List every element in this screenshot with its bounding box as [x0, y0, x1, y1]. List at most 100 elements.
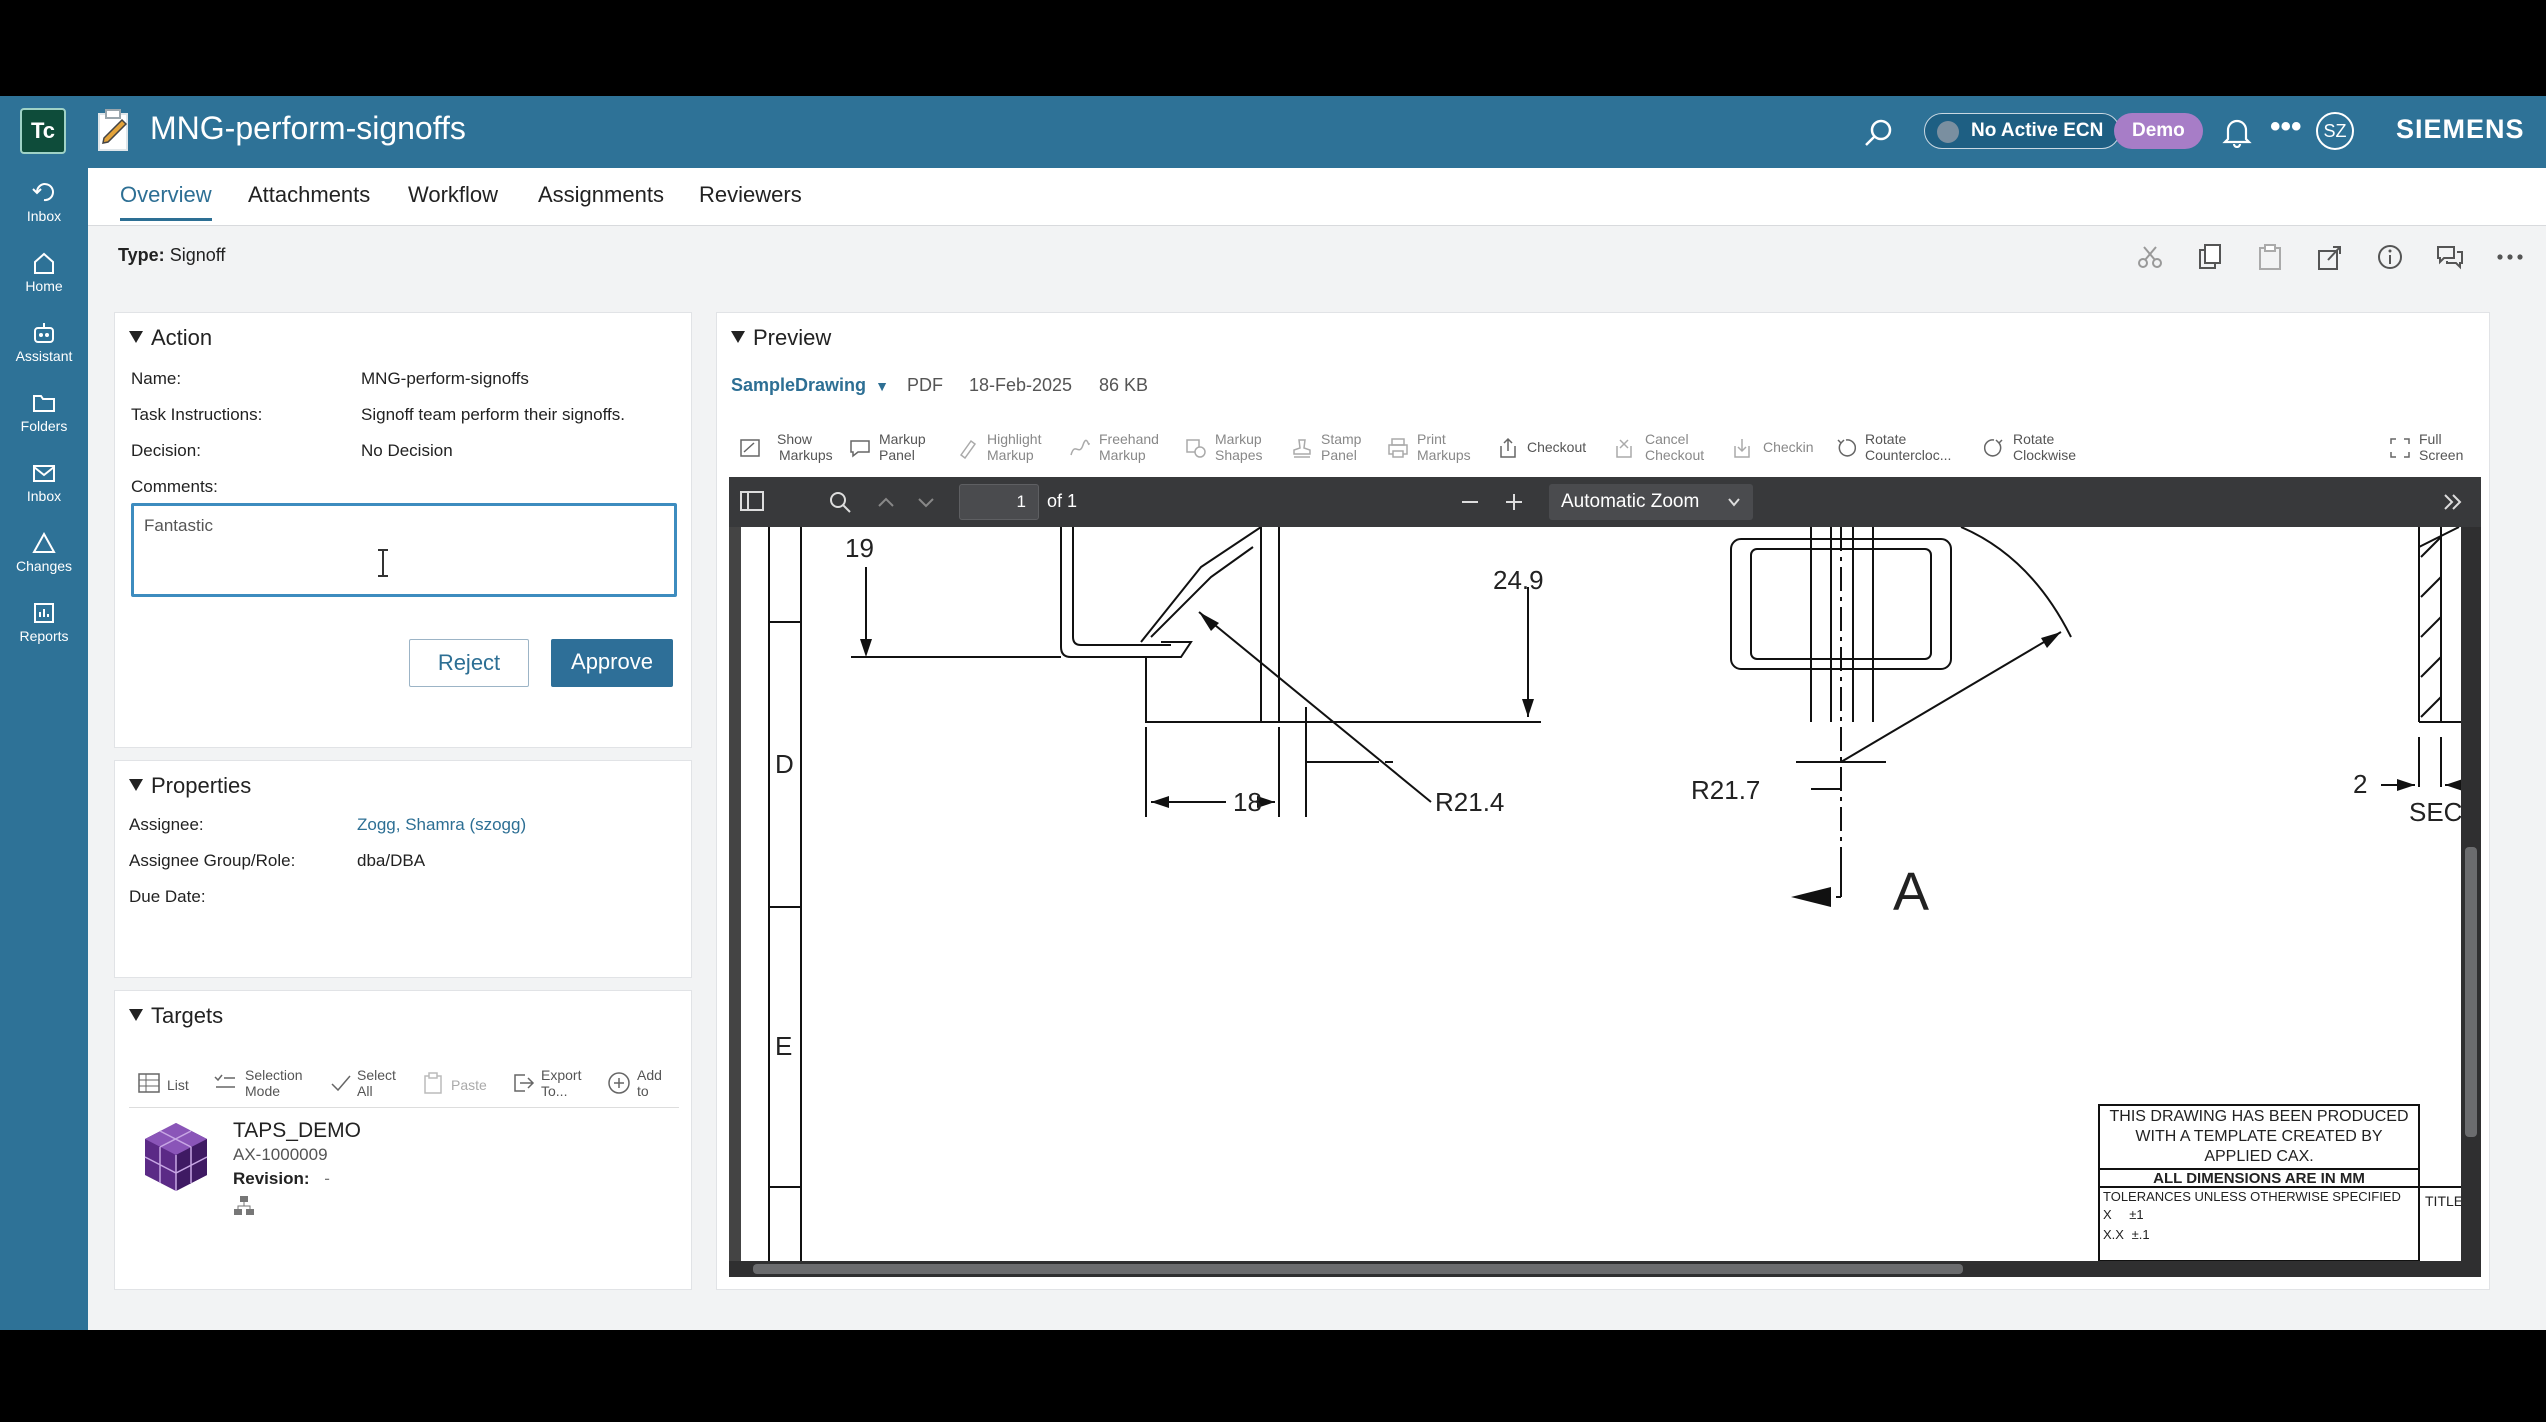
dataset-dropdown[interactable]: SampleDrawing ▼ [731, 375, 889, 396]
full-screen-button[interactable]: Full Screen [2389, 431, 2463, 463]
search-icon[interactable] [1862, 116, 1896, 150]
zoom-in-icon[interactable] [1503, 491, 1525, 513]
paste-icon[interactable] [2254, 241, 2286, 273]
print-markups-button[interactable]: Print Markups [1387, 431, 1471, 463]
list-view-button[interactable]: List [137, 1067, 189, 1093]
checkin-button[interactable]: Checkin [1731, 431, 1814, 458]
inbox-icon [33, 465, 55, 482]
export-to-button[interactable]: Export To... [511, 1067, 581, 1099]
page-title: MNG-perform-signoffs [150, 110, 466, 146]
selection-mode-button[interactable]: Selection Mode [213, 1067, 303, 1099]
previous-page-icon[interactable] [875, 491, 897, 513]
tab-attachments[interactable]: Attachments [248, 182, 370, 218]
cancel-checkout-icon [1616, 439, 1632, 458]
title-block-dims: ALL DIMENSIONS ARE IN MM [2153, 1170, 2365, 1187]
zoom-select[interactable]: Automatic Zoom [1549, 484, 1753, 520]
stamp-panel-button[interactable]: Stamp Panel [1291, 431, 1361, 463]
more-options-icon[interactable] [2494, 241, 2526, 273]
decision-value: No Decision [361, 441, 453, 460]
user-avatar[interactable]: SZ [2316, 112, 2354, 150]
comments-textarea[interactable]: Fantastic [131, 503, 677, 597]
cancel-checkout-button[interactable]: Cancel Checkout [1613, 431, 1704, 463]
tab-workflow[interactable]: Workflow [408, 182, 498, 218]
nav-item-reports[interactable]: Reports [0, 600, 88, 644]
checkmark-icon [331, 1075, 351, 1092]
cut-icon[interactable] [2134, 241, 2166, 273]
full-screen-icon [2390, 438, 2410, 458]
horizontal-scroll-thumb[interactable] [753, 1264, 1963, 1274]
nav-item-folders[interactable]: Folders [0, 390, 88, 434]
home-icon [34, 252, 54, 274]
type-bar: Type: Signoff [88, 227, 2546, 287]
vertical-scrollbar[interactable] [2461, 527, 2481, 1261]
rotate-clockwise-button[interactable]: Rotate Clockwise [1983, 431, 2076, 463]
nav-item-assistant[interactable]: Assistant [0, 320, 88, 364]
markup-panel-icon [850, 440, 870, 458]
page-number-input[interactable]: 1 [959, 484, 1039, 520]
bell-icon[interactable] [2222, 116, 2252, 148]
more-options-icon[interactable]: ••• [2270, 110, 2302, 144]
action-panel: Action Name: MNG-perform-signoffs Task I… [114, 312, 692, 748]
nav-item-inbox[interactable]: Inbox [0, 460, 88, 504]
select-all-button[interactable]: Select All [329, 1067, 396, 1099]
tab-bar: Overview Attachments Workflow Assignment… [88, 168, 2546, 226]
nav-item-home[interactable]: Home [0, 250, 88, 294]
nav-item-inbox-back[interactable]: Inbox [0, 180, 88, 224]
nav-item-changes[interactable]: Changes [0, 530, 88, 574]
properties-section-toggle[interactable]: Properties [129, 773, 251, 799]
ecn-status-button[interactable]: No Active ECN [1924, 113, 2121, 149]
dim-18: 18 [1233, 787, 1262, 817]
checkout-icon [1500, 437, 1516, 458]
add-to-button[interactable]: Add to [607, 1067, 662, 1099]
zoom-out-icon[interactable] [1459, 491, 1481, 513]
left-nav: Inbox Home Assistant Folders Inbox Chang… [0, 168, 88, 1330]
info-icon[interactable] [2374, 241, 2406, 273]
target-name[interactable]: TAPS_DEMO [233, 1119, 361, 1143]
pdf-toolbar: 1 of 1 Automatic Zoom [729, 477, 2481, 527]
markup-panel-button[interactable]: Markup Panel [849, 431, 926, 463]
file-size: 86 KB [1099, 375, 1149, 395]
checkout-button[interactable]: Checkout [1497, 431, 1586, 458]
dim-24-9: 24.9 [1493, 565, 1544, 595]
highlighter-icon [959, 439, 977, 459]
paste-button[interactable]: Paste [421, 1067, 487, 1094]
tab-reviewers[interactable]: Reviewers [699, 182, 802, 218]
revision-row: Revision: - [233, 1169, 330, 1189]
copy-icon[interactable] [2194, 241, 2226, 273]
dim-2: 2 [2353, 769, 2368, 799]
share-icon[interactable] [2314, 241, 2346, 273]
tab-assignments[interactable]: Assignments [538, 182, 664, 218]
next-page-icon[interactable] [915, 491, 937, 513]
markup-shapes-button[interactable]: Markup Shapes [1185, 431, 1262, 463]
double-chevron-right-icon[interactable] [2441, 491, 2465, 513]
tab-overview[interactable]: Overview [120, 182, 212, 221]
name-value: MNG-perform-signoffs [361, 369, 529, 388]
teamcenter-logo[interactable]: Tc [20, 108, 66, 154]
search-icon[interactable] [827, 489, 853, 515]
type-field: Type: Signoff [118, 245, 225, 266]
assignee-link[interactable]: Zogg, Shamra (szogg) [357, 815, 526, 835]
reject-button[interactable]: Reject [409, 639, 529, 687]
target-item[interactable]: TAPS_DEMO AX-1000009 Revision: - [129, 1115, 679, 1225]
sidebar-toggle-icon[interactable] [739, 489, 765, 513]
vertical-scroll-thumb[interactable] [2465, 847, 2477, 1137]
action-section-toggle[interactable]: Action [129, 325, 212, 351]
chat-icon[interactable] [2434, 241, 2466, 273]
ecn-label: No Active ECN [1971, 120, 2104, 141]
preview-section-toggle[interactable]: Preview [731, 325, 831, 351]
file-date: 18-Feb-2025 [969, 375, 1073, 395]
title-block-tolerances: TOLERANCES UNLESS OTHERWISE SPECIFIED [2103, 1189, 2401, 1204]
assignee-group-value: dba/DBA [357, 851, 426, 870]
freehand-markup-button[interactable]: Freehand Markup [1069, 431, 1159, 463]
export-icon [514, 1074, 535, 1092]
show-markups-button[interactable]: Show Markups [739, 431, 833, 463]
horizontal-scrollbar[interactable] [729, 1261, 2481, 1277]
section-a-label: A [1893, 862, 1930, 922]
due-date-label: Due Date: [129, 887, 206, 906]
highlight-markup-button[interactable]: Highlight Markup [957, 431, 1041, 463]
approve-button[interactable]: Approve [551, 639, 673, 687]
rotate-counterclockwise-button[interactable]: Rotate Countercloc... [1835, 431, 1951, 463]
back-arrow-icon [32, 183, 54, 202]
targets-section-toggle[interactable]: Targets [129, 1003, 223, 1029]
task-instructions-label: Task Instructions: [131, 405, 263, 424]
